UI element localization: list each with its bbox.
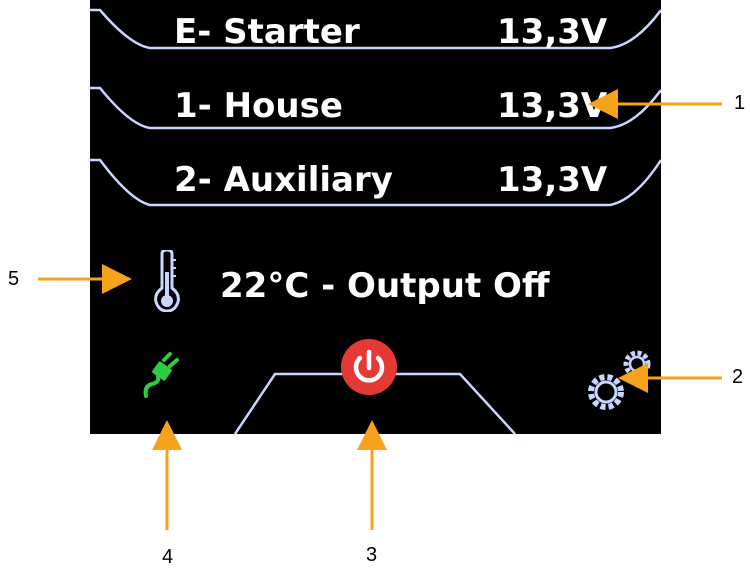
callout-number: 3 [366, 544, 378, 566]
callout-number: 1 [734, 92, 746, 114]
callout-arrows [38, 89, 722, 530]
callout-number: 5 [8, 268, 20, 290]
callout-number: 4 [162, 546, 174, 568]
callout-number: 2 [732, 366, 744, 388]
